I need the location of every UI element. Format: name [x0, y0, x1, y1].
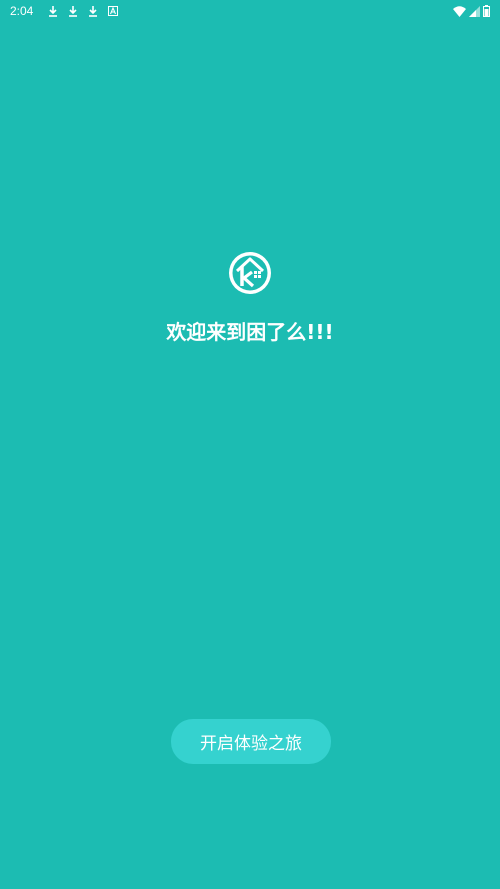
status-left: 2:04 [10, 4, 119, 18]
welcome-text: 欢迎来到困了么!!! [166, 320, 334, 344]
a-box-icon [107, 5, 119, 17]
status-right [453, 2, 490, 21]
download-icon [87, 5, 99, 17]
battery-icon [483, 2, 490, 21]
start-journey-button[interactable]: 开启体验之旅 [171, 719, 331, 764]
signal-icon [469, 2, 480, 21]
status-time: 2:04 [10, 4, 34, 18]
download-icon [47, 5, 59, 17]
house-k-logo-icon [228, 251, 272, 295]
wifi-icon [453, 2, 466, 21]
download-icon [67, 5, 79, 17]
status-bar: 2:04 [0, 0, 500, 22]
